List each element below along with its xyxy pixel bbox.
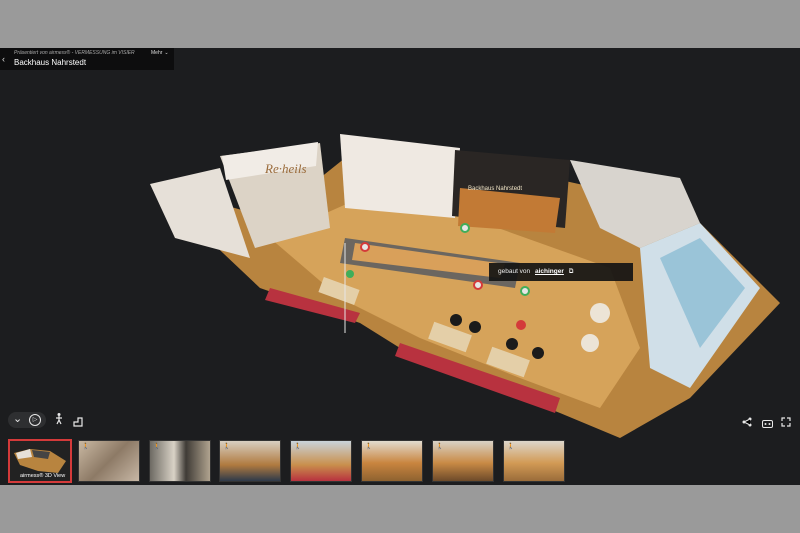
thumbnail[interactable]: 🚶 (78, 440, 140, 482)
fullscreen-glyph (781, 417, 791, 427)
3d-viewer[interactable]: Re·heils Backhaus Nahrstedt ‹ Präsentier… (0, 48, 800, 485)
walk-icon: 🚶 (82, 444, 90, 450)
menu-label: Mehr (151, 50, 163, 56)
thumbnail[interactable]: 🚶 (290, 440, 352, 482)
header-bar: ‹ Präsentiert von airmess® - VERMESSUNG … (0, 48, 174, 70)
scan-point[interactable] (473, 280, 483, 290)
back-icon[interactable]: ‹ (2, 54, 10, 64)
scan-point[interactable] (360, 242, 370, 252)
credit-prefix: gebaut von (498, 268, 531, 275)
chair (532, 347, 544, 359)
vr-icon[interactable] (762, 415, 773, 433)
share-icon[interactable] (742, 414, 752, 432)
menu-board-wall (340, 134, 460, 218)
thumbnail-3d-view[interactable]: airmess® 3D View (8, 439, 72, 483)
vr-glyph (762, 420, 773, 428)
menu-button[interactable]: Mehr ⌄ (151, 50, 169, 56)
floorplan-icon[interactable] (73, 414, 83, 432)
chair (506, 338, 518, 350)
round-table (581, 334, 599, 352)
page-title: Backhaus Nahrstedt (14, 58, 87, 67)
thumbnail-label: airmess® 3D View (20, 473, 66, 479)
walk-icon: 🚶 (294, 444, 302, 450)
walk-icon: 🚶 (507, 444, 515, 450)
external-link-icon: ⧉ (568, 268, 574, 275)
fullscreen-icon[interactable] (781, 414, 791, 432)
share-glyph (742, 417, 752, 427)
mattertag[interactable] (516, 320, 526, 330)
thumbnail[interactable]: 🚶 (432, 440, 494, 482)
tour-thumbnails: airmess® 3D View 🚶 🚶 🚶 🚶 🚶 🚶 🚶 (0, 437, 800, 485)
credit-link[interactable]: aichinger (535, 268, 564, 275)
scan-point[interactable] (520, 286, 530, 296)
thumbnail[interactable]: 🚶 (361, 440, 423, 482)
thumbnail[interactable]: 🚶 (149, 440, 211, 482)
walk-icon: 🚶 (223, 444, 231, 450)
walk-icon: 🚶 (436, 444, 444, 450)
thumbnail[interactable]: 🚶 (219, 440, 281, 482)
chevron-down-icon: ⌄ (164, 50, 169, 56)
shop-sign: Backhaus Nahrstedt (468, 186, 522, 192)
scan-point[interactable] (346, 270, 354, 278)
play-icon[interactable]: ▷ (29, 414, 41, 426)
walk-icon: 🚶 (365, 444, 373, 450)
walk-icon[interactable] (55, 413, 63, 428)
presented-by-text: Präsentiert von airmess® - VERMESSUNG im… (14, 50, 135, 56)
scan-point[interactable] (460, 223, 470, 233)
walk-icon: 🚶 (153, 444, 161, 450)
wall-sign: Re·heils (264, 161, 307, 176)
collapse-icon[interactable]: ⌄ (13, 412, 22, 425)
chair (450, 314, 462, 326)
chair (469, 321, 481, 333)
tour-controls: ⌄ ▷ (8, 412, 46, 428)
thumbnail[interactable]: 🚶 (503, 440, 565, 482)
credit-label: gebaut von aichinger ⧉ (489, 263, 633, 281)
walk-glyph (56, 413, 62, 425)
floorplan-glyph (73, 417, 83, 427)
round-table (590, 303, 610, 323)
dollhouse-model[interactable]: Re·heils Backhaus Nahrstedt (0, 48, 800, 485)
